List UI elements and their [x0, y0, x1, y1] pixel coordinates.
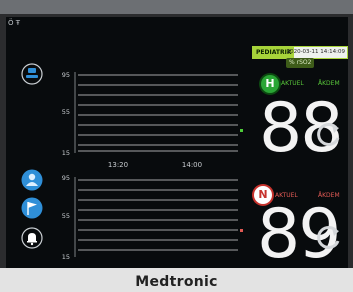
- sub-badge: % rSO2: [276, 58, 346, 68]
- trend-top: 95 55 15 13:20 14:00: [62, 71, 243, 169]
- refresh-icon: [317, 122, 340, 146]
- y-tick: 55: [62, 108, 70, 116]
- channel-h-reset-button[interactable]: [314, 119, 344, 149]
- date-time: 2020-03-11 14:14:09: [286, 49, 345, 55]
- flag-button[interactable]: [21, 197, 43, 219]
- x-tick: 14:00: [182, 161, 202, 169]
- trend-marker-h: [240, 129, 243, 132]
- profile-button[interactable]: [21, 63, 43, 85]
- trend-marker-n: [240, 229, 243, 232]
- y-tick: 95: [62, 71, 70, 79]
- device-top-edge: [0, 0, 353, 14]
- unit-tag: % rSO2: [286, 58, 315, 68]
- alarm-button[interactable]: [21, 227, 43, 249]
- channel-n-reset-button[interactable]: [314, 222, 344, 252]
- y-tick: 95: [62, 174, 70, 182]
- profile-icon: [21, 63, 43, 85]
- y-tick: 15: [62, 253, 70, 261]
- y-tick: 15: [62, 149, 70, 157]
- brand-logo: Medtronic: [135, 274, 218, 290]
- channel-h-label-current: AKTUEL: [281, 80, 304, 87]
- patient-button[interactable]: [21, 169, 43, 191]
- y-tick: 55: [62, 212, 70, 220]
- person-icon: [21, 169, 43, 191]
- refresh-icon: [317, 225, 340, 249]
- x-tick: 13:20: [108, 161, 128, 169]
- trend-bottom: 95 55 15: [62, 174, 243, 261]
- channel-h-label-baseline: ÅKDEM: [318, 80, 340, 87]
- flag-icon: [21, 197, 43, 219]
- monitor-screen: Ö Ŧ 95 55 15 13:20 14:00 95 55 15 PEDIAT…: [6, 17, 348, 269]
- bell-icon: [21, 227, 43, 249]
